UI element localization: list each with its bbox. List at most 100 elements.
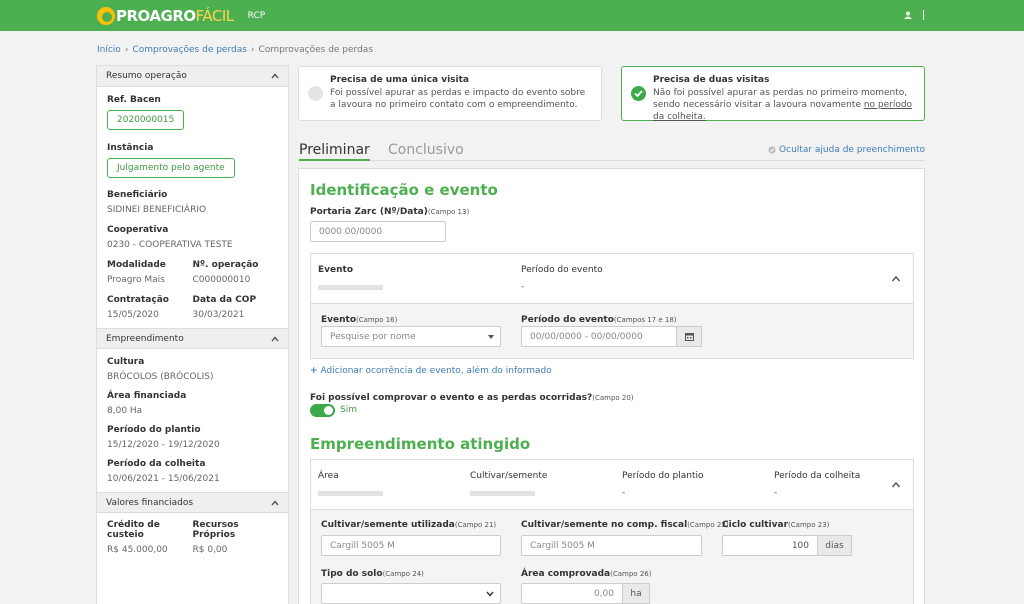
evento-select[interactable]: Pesquise por nome (321, 326, 501, 347)
tab-preliminar[interactable]: Preliminar (299, 142, 370, 161)
tab-conclusivo[interactable]: Conclusivo (388, 142, 464, 158)
top-bar: PROAGRO FÁCIL RCP (0, 0, 1024, 31)
ciclo-input[interactable]: 100 (722, 535, 818, 556)
portaria-input[interactable]: 0000 00/0000 (310, 221, 446, 242)
ciclo-label-text: Ciclo cultivar (722, 520, 789, 530)
section-title: Resumo operação (106, 71, 187, 81)
header-divider (923, 10, 924, 20)
card-title: Precisa de duas visitas (653, 75, 770, 85)
periodo-colheita-value: 10/06/2021 - 15/06/2021 (107, 474, 220, 484)
logo-main: PROAGRO (116, 6, 196, 25)
tipo-solo-label-text: Tipo do solo (321, 569, 383, 579)
ref-bacen-label: Ref. Bacen (107, 95, 161, 105)
chevron-up-icon[interactable] (891, 480, 901, 490)
periodo-evento-label: Período do evento(Campos 17 e 18) (521, 315, 677, 325)
ref-bacen-value[interactable]: 2020000015 (107, 110, 185, 130)
data-cop-label: Data da COP (192, 295, 257, 305)
instancia-value[interactable]: Julgamento pelo agente (107, 158, 235, 178)
cultura-value: BRÓCOLOS (BRÓCOLIS) (107, 372, 214, 382)
add-event-link[interactable]: + Adicionar ocorrência de evento, além do… (310, 366, 552, 376)
evento-label: Evento(Campo 16) (321, 315, 397, 325)
breadcrumb-home[interactable]: Início (97, 45, 121, 55)
periodo-evento-head: Período do evento (521, 265, 603, 275)
module-name: RCP (247, 10, 266, 21)
breadcrumb-current: Comprovações de perdas (258, 45, 374, 55)
tab-bar: Preliminar Conclusivo Ocultar ajuda de p… (298, 141, 925, 161)
area-comprovada-input[interactable]: 0,00 (521, 583, 623, 604)
area-head: Área (318, 471, 339, 481)
chevron-up-icon[interactable] (271, 499, 279, 507)
check-circle-icon (768, 146, 776, 154)
cultivar-head: Cultivar/semente (470, 471, 548, 481)
hide-help-link[interactable]: Ocultar ajuda de preenchimento (768, 145, 925, 155)
chevron-up-icon[interactable] (271, 335, 279, 343)
radio-unchecked-icon[interactable] (308, 86, 323, 101)
ciclo-unit: dias (817, 535, 852, 556)
card-title: Precisa de uma única visita (330, 75, 470, 85)
area-comprovada-campo: (Campo 26) (610, 570, 652, 578)
evento-head: Evento (318, 265, 354, 275)
beneficiario-label: Beneficiário (107, 190, 168, 200)
logo[interactable]: PROAGRO FÁCIL (97, 6, 235, 25)
card-desc-text: Foi possível apurar as perdas e impacto … (330, 88, 586, 110)
cooperativa-value: 0230 - COOPERATIVA TESTE (107, 240, 233, 250)
card-single-visit[interactable]: Precisa de uma única visita Foi possível… (298, 66, 602, 121)
instancia-label: Instância (107, 143, 154, 153)
plantio-head-value: - (622, 488, 626, 498)
plantio-head: Período do plantio (622, 471, 704, 481)
area-comprovada-label-text: Área comprovada (521, 569, 611, 579)
card-two-visits[interactable]: Precisa de duas visitas Não foi possível… (621, 66, 925, 123)
section-header-valores[interactable]: Valores financiados (97, 492, 288, 513)
periodo-evento-label-text: Período do evento (521, 315, 614, 325)
modalidade-value: Proagro Mais (107, 275, 165, 285)
evento-label-text: Evento (321, 315, 357, 325)
evento-panel-header[interactable]: Evento Período do evento - (311, 254, 913, 304)
credito-custeio-value: R$ 45.000,00 (107, 545, 168, 555)
section-title: Empreendimento (106, 333, 184, 344)
area-comprovada-label: Área comprovada(Campo 26) (521, 569, 651, 579)
sun-logo-icon (97, 6, 115, 25)
section-title-empreendimento: Empreendimento atingido (310, 435, 531, 453)
cultura-label: Cultura (107, 357, 145, 367)
cultivar-fiscal-input[interactable]: Cargill 5005 M (521, 535, 702, 556)
comprovar-toggle[interactable] (310, 404, 335, 417)
tipo-solo-campo: (Campo 24) (382, 570, 424, 578)
chevron-up-icon[interactable] (891, 274, 901, 284)
section-title: Valores financiados (106, 497, 194, 508)
colheita-head: Período da colheita (774, 471, 861, 481)
placeholder-bar (318, 285, 383, 290)
calendar-button[interactable] (676, 326, 702, 347)
section-title-identificacao: Identificação e evento (310, 181, 498, 199)
section-header-resumo[interactable]: Resumo operação (97, 66, 288, 87)
periodo-evento-head-value: - (521, 282, 525, 292)
chevron-up-icon[interactable] (271, 72, 279, 80)
portaria-label-text: Portaria Zarc (Nº/Data) (310, 207, 428, 217)
portaria-campo: (Campo 13) (427, 208, 470, 216)
cooperativa-label: Cooperativa (107, 225, 169, 235)
cultivar-label-text: Cultivar/semente utilizada (321, 520, 455, 530)
periodo-evento-campo: (Campos 17 e 18) (613, 316, 677, 324)
periodo-evento-input[interactable]: 00/00/0000 - 00/00/0000 (521, 326, 677, 347)
radio-checked-icon[interactable] (631, 86, 646, 101)
evento-campo: (Campo 16) (356, 316, 398, 324)
periodo-plantio-value: 15/12/2020 - 19/12/2020 (107, 440, 220, 450)
breadcrumb-link[interactable]: Comprovações de perdas (132, 45, 246, 55)
credito-custeio-label: Crédito de custeio (107, 520, 160, 540)
cultivar-input[interactable]: Cargill 5005 M (321, 535, 501, 556)
user-icon[interactable] (904, 11, 912, 19)
card-description: Não foi possível apurar as perdas no pri… (653, 87, 916, 123)
logo-accent: FÁCIL (195, 6, 235, 25)
area-comprovada-unit: ha (622, 583, 650, 604)
cultivar-fiscal-label: Cultivar/semente no comp. fiscal(Campo 2… (521, 520, 729, 530)
placeholder-bar (470, 491, 535, 496)
cultivar-label: Cultivar/semente utilizada(Campo 21) (321, 520, 496, 530)
cultivar-fiscal-label-text: Cultivar/semente no comp. fiscal (521, 520, 688, 530)
periodo-plantio-label: Período do plantio (107, 425, 201, 435)
section-header-empreendimento[interactable]: Empreendimento (97, 328, 288, 349)
periodo-colheita-label: Período da colheita (107, 459, 206, 469)
empreendimento-panel-header[interactable]: Área Cultivar/semente Período do plantio… (311, 460, 913, 510)
tipo-solo-select[interactable] (321, 583, 501, 604)
cultivar-campo: (Campo 21) (454, 521, 497, 529)
data-cop-value: 30/03/2021 (192, 310, 245, 320)
comprovar-label-text: Foi possível comprovar o evento e as per… (310, 393, 593, 403)
